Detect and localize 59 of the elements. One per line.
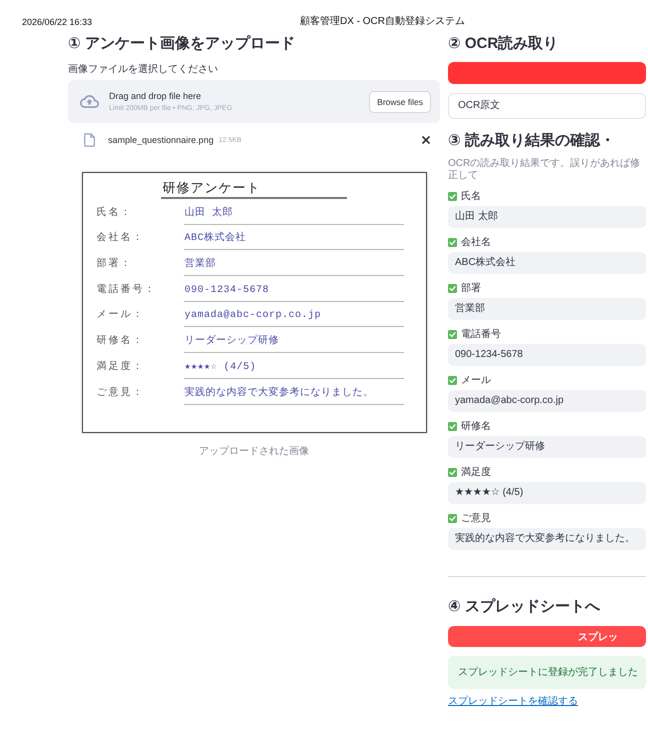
sheet-value: ABC株式会社 — [184, 229, 404, 250]
check-icon — [448, 514, 457, 523]
section-heading: ③ 読み取り結果の確認・ — [448, 131, 616, 151]
sheet-label: 満足度： — [96, 360, 146, 375]
section-heading: ④ スプレッドシートへ — [448, 597, 602, 617]
check-icon — [448, 192, 457, 201]
text-field[interactable]: 090-1234-5678 — [448, 344, 646, 366]
image-caption: アップロードされた画像 — [198, 446, 310, 458]
text-field[interactable]: リーダーシップ研修 — [448, 436, 646, 458]
sheet-value: 実践的な内容で大変参考になりました。 — [184, 384, 404, 404]
close-icon[interactable] — [422, 136, 430, 144]
field-label: 氏名 — [461, 190, 481, 203]
field-label: ご意見 — [461, 512, 491, 525]
sheet-label: 会社名： — [96, 230, 146, 246]
spreadsheet-link[interactable]: スプレッドシートを確認する — [448, 696, 578, 708]
check-icon — [448, 376, 457, 385]
sheet-value: yamada@abc-corp.co.jp — [184, 306, 404, 328]
sheet-value: ★★★★☆ (4/5) — [184, 358, 404, 379]
sheet-label: 部署： — [96, 256, 134, 272]
check-icon — [448, 284, 457, 293]
sheet-value: 090-1234-5678 — [184, 280, 404, 302]
field-label: メール — [461, 374, 491, 387]
sheet-value: 山田 太郎 — [184, 204, 404, 225]
field-label: 満足度 — [461, 466, 491, 479]
text-field[interactable]: ★★★★☆ (4/5) — [448, 482, 646, 504]
file-name: sample_questionnaire.png — [108, 135, 214, 145]
cloud-upload-icon — [80, 95, 99, 108]
sheet-label: 電話番号： — [96, 282, 158, 298]
field-label: 研修名 — [461, 420, 491, 433]
upload-label: 画像ファイルを選択してください — [68, 64, 219, 76]
section-heading: ① アンケート画像をアップロード — [68, 34, 296, 54]
sheet-label: 研修名： — [96, 334, 146, 350]
sheet-value: 営業部 — [184, 255, 404, 276]
print-title: 顧客管理DX - OCR自動登録システム — [300, 16, 466, 28]
check-icon — [448, 422, 457, 431]
ocr-text-expander[interactable]: OCR原文 — [448, 93, 646, 119]
section-heading: ② OCR読み取り — [448, 34, 560, 54]
text-field[interactable]: 営業部 — [448, 298, 646, 320]
sheet-label: 氏名： — [96, 206, 134, 221]
field-label: 部署 — [461, 282, 481, 295]
success-message: スプレッドシートに登録が完了しました — [448, 656, 646, 689]
sheet-title: 研修アンケート — [160, 179, 346, 199]
sheet-label: メール： — [96, 309, 146, 324]
review-description: OCRの読み取り結果です。誤りがあれば修正して — [448, 158, 642, 182]
print-date: 2026/06/22 16:33 — [22, 16, 94, 28]
text-field[interactable]: yamada@abc-corp.co.jp — [448, 390, 646, 412]
field-label: 会社名 — [461, 236, 491, 249]
browse-files-button[interactable]: Browse files — [369, 90, 431, 112]
text-field[interactable]: ABC株式会社 — [448, 252, 646, 274]
check-icon — [448, 468, 457, 477]
sheet-label: ご意見： — [96, 386, 146, 400]
sheet-value: リーダーシップ研修 — [184, 332, 404, 354]
dropzone-title: Drag and drop file here — [109, 90, 202, 102]
file-icon — [84, 133, 95, 147]
field-label: 電話番号 — [461, 328, 501, 341]
text-field[interactable]: 実践的な内容で大変参考になりました。 — [448, 528, 646, 550]
text-field[interactable]: 山田 太郎 — [448, 206, 646, 228]
check-icon — [448, 330, 457, 339]
check-icon — [448, 238, 457, 247]
